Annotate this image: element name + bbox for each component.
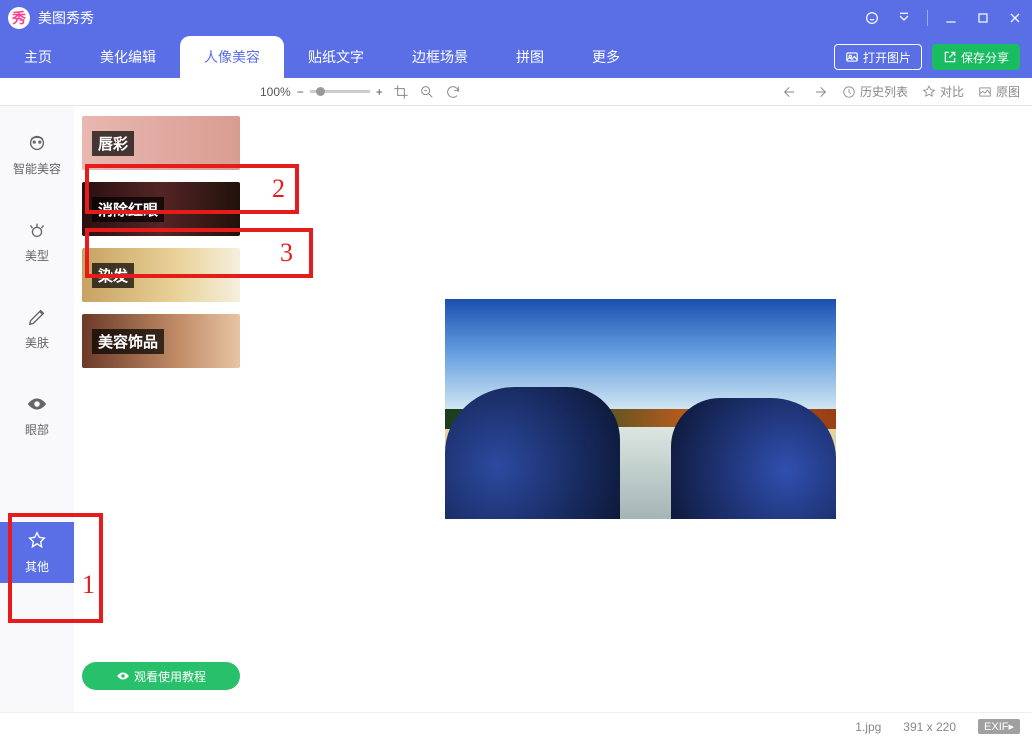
zoom-out-icon[interactable]: − bbox=[297, 85, 304, 99]
sidenav-skin[interactable]: 美肤 bbox=[0, 298, 74, 359]
annotation-3-num: 3 bbox=[280, 238, 293, 268]
annotation-3-box bbox=[85, 228, 313, 278]
minimize-icon[interactable] bbox=[942, 9, 960, 27]
open-image-button[interactable]: 打开图片 bbox=[834, 44, 922, 70]
zoom-control[interactable]: 100% − + bbox=[260, 85, 383, 99]
close-icon[interactable] bbox=[1006, 9, 1024, 27]
magnify-icon[interactable] bbox=[419, 84, 435, 100]
sidenav-eye[interactable]: 眼部 bbox=[0, 385, 74, 446]
annotation-2-num: 2 bbox=[272, 174, 285, 204]
sidenav-shape[interactable]: 美型 bbox=[0, 211, 74, 272]
dropdown-icon[interactable] bbox=[895, 9, 913, 27]
undo-icon[interactable] bbox=[782, 84, 798, 100]
menu-portrait[interactable]: 人像美容 bbox=[180, 36, 284, 78]
menu-sticker[interactable]: 贴纸文字 bbox=[284, 36, 388, 78]
annotation-1-num: 1 bbox=[82, 570, 95, 600]
canvas-area bbox=[248, 106, 1032, 712]
tool-lipcolor[interactable]: 唇彩 bbox=[82, 116, 240, 170]
menu-home[interactable]: 主页 bbox=[0, 36, 76, 78]
preview-image[interactable] bbox=[445, 299, 836, 519]
menu-more[interactable]: 更多 bbox=[568, 36, 644, 78]
brush-icon bbox=[26, 306, 48, 328]
status-filename: 1.jpg bbox=[855, 720, 881, 734]
app-logo-icon: 秀 bbox=[8, 7, 30, 29]
menu-frame[interactable]: 边框场景 bbox=[388, 36, 492, 78]
tutorial-button[interactable]: 观看使用教程 bbox=[82, 662, 240, 690]
save-share-button[interactable]: 保存分享 bbox=[932, 44, 1020, 70]
original-button[interactable]: 原图 bbox=[978, 83, 1020, 100]
titlebar: 秀 美图秀秀 bbox=[0, 0, 1032, 36]
message-icon[interactable] bbox=[863, 9, 881, 27]
sidenav-smart-beauty[interactable]: 智能美容 bbox=[0, 124, 74, 185]
titlebar-right bbox=[863, 9, 1024, 27]
exif-button[interactable]: EXIF▸ bbox=[978, 719, 1020, 734]
tool-accessories[interactable]: 美容饰品 bbox=[82, 314, 240, 368]
maximize-icon[interactable] bbox=[974, 9, 992, 27]
annotation-2-box bbox=[85, 164, 299, 214]
menu-beautify[interactable]: 美化编辑 bbox=[76, 36, 180, 78]
redo-icon[interactable] bbox=[812, 84, 828, 100]
annotation-1-box bbox=[8, 513, 103, 623]
toolbar-right: 历史列表 对比 原图 bbox=[782, 83, 1020, 100]
shape-icon bbox=[26, 219, 48, 241]
status-size: 391 x 220 bbox=[903, 720, 956, 734]
face-icon bbox=[26, 132, 48, 154]
crop-icon[interactable] bbox=[393, 84, 409, 100]
zoom-value: 100% bbox=[260, 85, 291, 99]
refresh-icon[interactable] bbox=[445, 84, 461, 100]
menu-collage[interactable]: 拼图 bbox=[492, 36, 568, 78]
compare-button[interactable]: 对比 bbox=[922, 83, 964, 100]
eye-icon bbox=[26, 393, 48, 415]
history-button[interactable]: 历史列表 bbox=[842, 83, 908, 100]
app-title: 美图秀秀 bbox=[38, 8, 94, 28]
toolbar: 100% − + 历史列表 对比 原图 bbox=[0, 78, 1032, 106]
zoom-in-icon[interactable]: + bbox=[376, 85, 383, 99]
menubar: 主页 美化编辑 人像美容 贴纸文字 边框场景 拼图 更多 打开图片 保存分享 bbox=[0, 36, 1032, 78]
zoom-slider[interactable] bbox=[310, 90, 370, 93]
statusbar: 1.jpg 391 x 220 EXIF▸ bbox=[0, 712, 1032, 740]
menubar-right: 打开图片 保存分享 bbox=[834, 36, 1026, 78]
